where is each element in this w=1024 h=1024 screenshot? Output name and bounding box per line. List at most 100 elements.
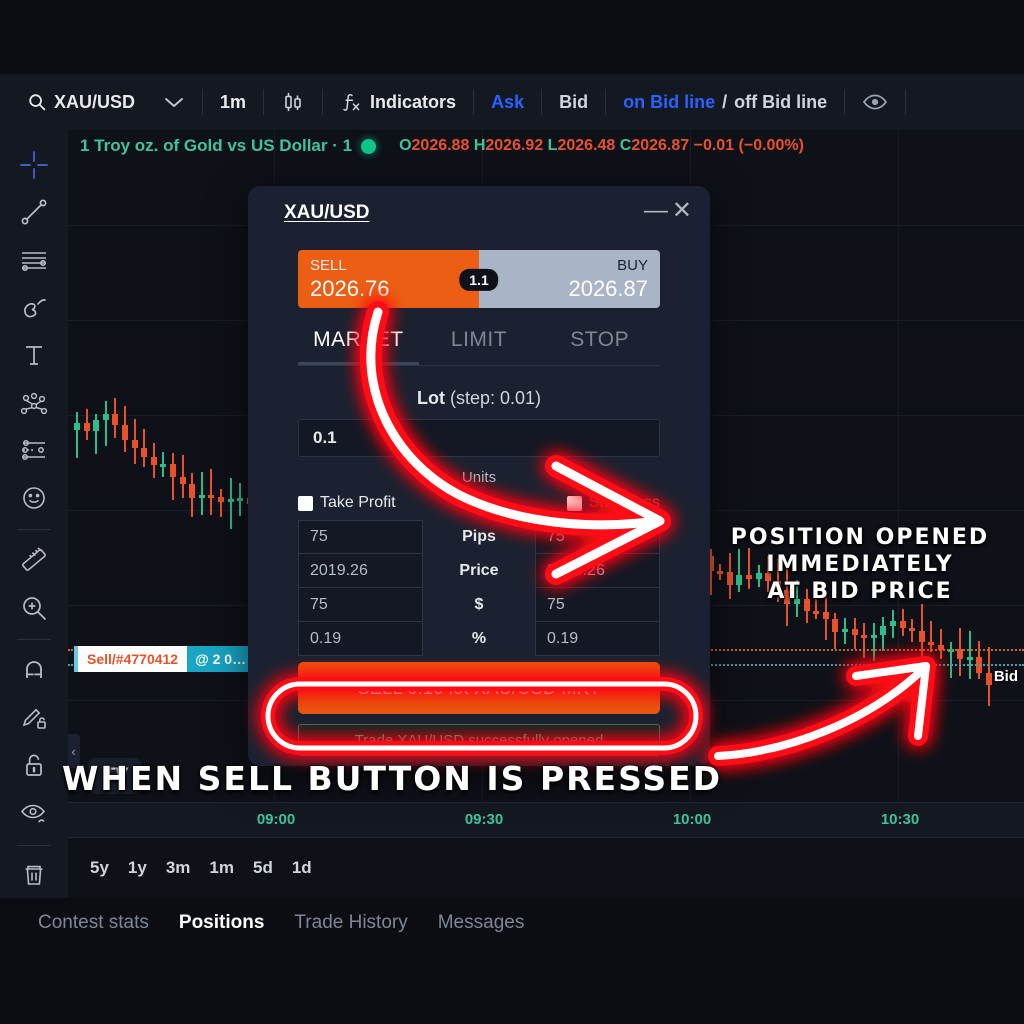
tool-trend-line[interactable]: [10, 190, 58, 236]
take-profit-checkbox[interactable]: Take Profit: [298, 494, 396, 512]
candle-body: [170, 464, 176, 477]
time-tick: 09:00: [256, 811, 296, 828]
symbol-search[interactable]: XAU/USD: [14, 84, 149, 120]
candle-wick: [863, 623, 866, 658]
tool-drawing-mode[interactable]: [10, 695, 58, 741]
candlestick: [918, 130, 925, 802]
candlestick: [899, 130, 906, 802]
emoji-icon: [19, 483, 49, 513]
minimize-icon[interactable]: —: [644, 199, 668, 223]
candlestick: [822, 130, 829, 802]
tp-pips-input[interactable]: 75: [298, 520, 423, 554]
indicators-button[interactable]: Indicators: [326, 84, 470, 120]
tool-pattern[interactable]: [10, 380, 58, 426]
lot-input[interactable]: 0.1: [298, 419, 660, 457]
toolbar-divider: [17, 529, 51, 531]
toolbar-divider: [473, 89, 475, 115]
ohlc-open-key: O: [399, 137, 412, 154]
candlestick: [189, 130, 196, 802]
timeframe-5y[interactable]: 5y: [90, 858, 109, 878]
tool-measure[interactable]: [10, 537, 58, 583]
candle-body: [160, 464, 167, 468]
tool-emoji[interactable]: [10, 475, 58, 521]
tab-limit[interactable]: LIMIT: [419, 328, 540, 365]
candle-body: [112, 414, 119, 425]
tp-money-input[interactable]: 75: [298, 588, 423, 622]
candle-wick: [872, 622, 875, 662]
tp-price-input[interactable]: 2019.26: [298, 554, 423, 588]
toolbar-divider: [605, 89, 607, 115]
tool-zoom-in[interactable]: [10, 585, 58, 631]
close-icon[interactable]: ✕: [672, 199, 692, 223]
timeframe-label: 1m: [220, 91, 247, 112]
order-panel[interactable]: XAU/USD — ✕ SELL 2026.76 BUY 2026.87 1.1…: [248, 186, 710, 766]
candlestick: [746, 130, 752, 802]
chart-symbol-description: 1 Troy oz. of Gold vs US Dollar · 1: [80, 136, 353, 155]
chart-type-button[interactable]: [267, 84, 319, 120]
stop-loss-checkbox[interactable]: Stop Loss: [566, 494, 660, 512]
visibility-button[interactable]: [848, 84, 902, 120]
tool-remove-drawings[interactable]: [10, 853, 58, 899]
candle-wick: [104, 401, 107, 446]
sl-percent-input[interactable]: 0.19: [535, 622, 660, 656]
tool-forecast[interactable]: [10, 427, 58, 473]
tp-sl-unit-column: Pips Price $ %: [423, 520, 535, 656]
position-marker[interactable]: Sell/#4770412 @ 2 0…: [74, 646, 255, 672]
ohlc-high-key: H: [473, 137, 486, 154]
sl-pips-input[interactable]: 75: [535, 520, 660, 554]
candlestick: [813, 130, 820, 802]
tab-positions[interactable]: Positions: [179, 912, 265, 934]
candlestick: [784, 130, 791, 802]
tab-contest-stats[interactable]: Contest stats: [38, 912, 149, 934]
bid-line-off-label: off Bid line: [734, 91, 828, 112]
tool-lock[interactable]: [10, 742, 58, 788]
toolbar-divider: [905, 89, 907, 115]
tp-sl-checkbox-row: Take Profit Stop Loss: [298, 494, 660, 512]
tab-trade-history[interactable]: Trade History: [294, 912, 407, 934]
candle-body: [208, 495, 215, 499]
tool-hide-drawings[interactable]: [10, 790, 58, 836]
timeframe-1m[interactable]: 1m: [209, 858, 234, 878]
timeframe-1y[interactable]: 1y: [128, 858, 147, 878]
candlestick: [765, 130, 772, 802]
candle-wick: [940, 628, 942, 660]
candle-body: [179, 476, 186, 484]
tab-stop[interactable]: STOP: [539, 328, 660, 365]
submit-sell-button[interactable]: SELL 0.10 lot XAU/USD MKT: [298, 662, 660, 714]
ask-toggle[interactable]: Ask: [477, 84, 538, 120]
indicators-label: Indicators: [370, 91, 457, 112]
tab-market[interactable]: MARKET: [298, 328, 419, 365]
candlestick: [179, 130, 186, 802]
tool-brush[interactable]: [10, 285, 58, 331]
candlestick: [83, 130, 90, 802]
sl-price-input[interactable]: 2034.26: [535, 554, 660, 588]
unit-percent: %: [471, 630, 487, 647]
buy-price-block[interactable]: BUY 2026.87: [479, 250, 660, 308]
ohlc-open-value: 2026.88: [411, 137, 470, 154]
tab-messages[interactable]: Messages: [438, 912, 525, 934]
tool-magnet[interactable]: [10, 647, 58, 693]
lot-label-row: Lot (step: 0.01): [248, 388, 710, 409]
candle-wick: [220, 489, 222, 518]
eye-hide-icon: [19, 798, 49, 828]
take-profit-column: 75 2019.26 75 0.19: [298, 520, 423, 656]
toolbar-divider: [541, 89, 543, 115]
candle-body: [227, 499, 234, 503]
candle-wick: [930, 620, 933, 652]
tp-percent-input[interactable]: 0.19: [298, 622, 423, 656]
bid-toggle[interactable]: Bid: [545, 84, 602, 120]
time-axis[interactable]: 09:00 09:30 10:00 10:30: [68, 802, 1024, 838]
tool-horizontal-lines[interactable]: [10, 237, 58, 283]
tool-crosshair[interactable]: [10, 142, 58, 188]
timeframe-button[interactable]: 1m: [206, 84, 260, 120]
sell-price-block[interactable]: SELL 2026.76: [298, 250, 479, 308]
tool-text[interactable]: [10, 332, 58, 378]
bid-line-toggle[interactable]: on Bid line / off Bid line: [609, 84, 841, 120]
candlestick: [794, 130, 800, 802]
timeframe-3m[interactable]: 3m: [166, 858, 191, 878]
timeframe-5d[interactable]: 5d: [253, 858, 273, 878]
timeframe-1d[interactable]: 1d: [292, 858, 312, 878]
sl-money-input[interactable]: 75: [535, 588, 660, 622]
toolbar-divider: [202, 89, 204, 115]
symbol-dropdown-button[interactable]: [149, 84, 199, 120]
